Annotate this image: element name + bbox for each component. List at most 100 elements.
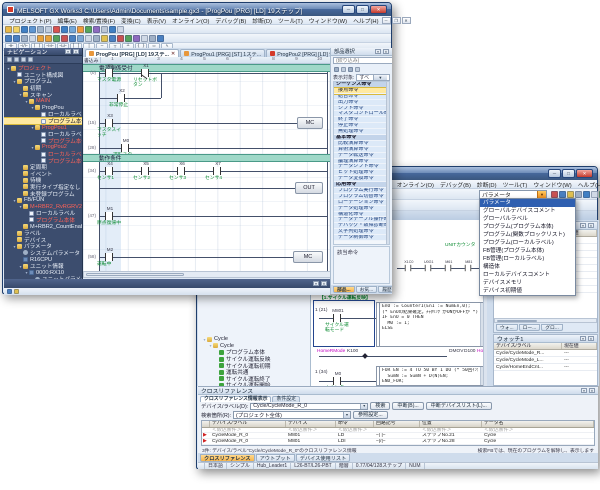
ladder-contact[interactable]: X2非常停止 [117, 94, 125, 102]
gx-works3-window[interactable]: MELSOFT GX Works3 C:\Users\Admin\Documen… [2, 2, 392, 294]
dropdown-item[interactable]: FB管理(プログラム本体) [480, 247, 575, 255]
close-button[interactable]: ✕ [576, 169, 593, 178]
toolbar-icon[interactable] [575, 191, 582, 198]
toolbar-icon[interactable] [45, 35, 52, 42]
toolbar-icon[interactable] [5, 35, 12, 42]
project-tree-item[interactable]: ▾ Cycle [200, 336, 308, 343]
toolbar-icon[interactable] [141, 35, 148, 42]
ladder-contact[interactable]: X6センサ3 [177, 167, 185, 175]
instruction-category[interactable]: データ制御命令 [334, 235, 389, 241]
menu-item[interactable]: プロジェクト(P) [6, 16, 55, 25]
menu-item[interactable]: ツール(T) [275, 16, 306, 25]
toolbar-icon[interactable] [21, 26, 28, 33]
close-button[interactable]: ✕ [370, 5, 387, 14]
dropdown-item[interactable]: プログラム(ローカルラベル) [480, 239, 575, 247]
menu-item[interactable]: ウィンドウ(W) [530, 180, 574, 189]
inline-st-box-2[interactable]: FOR EN := 4 TO 50 BY 1 DO (* 50回ｲﾝｸﾘﾒﾝﾄ … [376, 366, 484, 386]
dropdown-item[interactable]: プログラム(関数ブロックリスト) [480, 231, 575, 239]
menu-item[interactable]: オンライン(O) [169, 16, 212, 25]
column-header[interactable]: データ名 [482, 421, 594, 427]
dropdown-item[interactable]: 構造体 [480, 263, 575, 271]
toolbar-icon[interactable] [29, 35, 36, 42]
browse-settings-button[interactable]: 参照設定... [353, 411, 388, 419]
display-target-combobox[interactable]: すべて▼ [356, 74, 390, 81]
ladder-editor-1[interactable]: 書込み 12 34 56 78 910 電源関係受付 (0) (15) (28)… [83, 57, 331, 271]
document-tab[interactable]: ProgPou1 [PRG] [ST] 1ステ... [180, 49, 265, 57]
close-icon[interactable]: ✕ [73, 49, 79, 54]
project-tree-item[interactable]: サイクル運転初期 [200, 362, 308, 369]
toolbar-icon[interactable] [69, 35, 76, 42]
toolbar-icon[interactable] [85, 26, 92, 33]
menu-item[interactable]: 変換(C) [118, 16, 144, 25]
project-tree-item[interactable]: ▾ MAIN [4, 98, 82, 105]
toolbar-icon[interactable] [28, 57, 33, 62]
chevron-down-icon[interactable]: ▼ [343, 412, 350, 418]
menu-item[interactable]: デバッグ(B) [212, 16, 249, 25]
dropdown-item[interactable]: グローバルラベル [480, 215, 575, 223]
pin-icon[interactable]: ▾ [581, 388, 587, 393]
toolbar-icon[interactable] [13, 26, 20, 33]
watch-row[interactable]: Cycle/CycleMode_L...--- [494, 357, 597, 364]
toolbar-icon[interactable] [14, 57, 19, 62]
toolbar-icon[interactable] [53, 35, 60, 42]
mc-coil-box[interactable]: MC [293, 251, 323, 263]
toolbar-icon[interactable] [69, 26, 76, 33]
toolbar-icon[interactable] [77, 26, 84, 33]
project-tree-item[interactable]: 未登録プログラム [4, 190, 82, 197]
toolbar-icon[interactable] [583, 191, 590, 198]
toolbar-icon[interactable] [77, 35, 84, 42]
project-tree-item[interactable]: ▾ プログラム [4, 78, 82, 85]
element-select-tab[interactable]: 履歴 [378, 286, 392, 293]
toolbar-icon[interactable] [85, 35, 92, 42]
menu-item[interactable]: デバッグ(B) [437, 180, 474, 189]
ladder-contact[interactable]: M0運転スタート [121, 144, 129, 152]
search-location-combobox[interactable]: (プロジェクト全体)▼ [233, 411, 351, 419]
cross-reference-tab[interactable]: 条件設定 [272, 396, 300, 403]
toolbar-icon[interactable] [567, 191, 574, 198]
dropdown-item[interactable]: パラメータ [480, 199, 575, 207]
ladder-contact[interactable]: X0マスタ電源 [105, 69, 113, 77]
close-icon[interactable]: ✕ [321, 281, 327, 286]
ladder-contact[interactable]: X4センサ1 [105, 167, 113, 175]
status-icon[interactable] [7, 289, 12, 294]
docked-window-tab[interactable]: デバイス使用リスト [296, 454, 351, 462]
toolbar-icon[interactable] [125, 35, 132, 42]
ladder-contact[interactable]: M81 [465, 265, 471, 271]
toolbar-icon[interactable] [559, 191, 566, 198]
column-header[interactable]: 位置 [420, 421, 482, 427]
abort-button[interactable]: 中断(B)... [392, 402, 423, 410]
status-icon[interactable] [14, 289, 19, 294]
toolbar-icon[interactable] [45, 26, 52, 33]
search-button[interactable]: 検索 [370, 402, 390, 410]
dropdown-item[interactable]: FB管理(ローカルラベル) [480, 255, 575, 263]
cross-reference-tab[interactable]: クロスリファレンス情報表示 [200, 396, 271, 403]
docked-window-tab[interactable]: クロスリファレンス [200, 454, 255, 462]
toolbar-icon[interactable] [29, 26, 36, 33]
pin-icon[interactable]: ▾ [313, 281, 319, 286]
toolbar-icon[interactable] [13, 35, 20, 42]
out-coil-box[interactable]: OUT [295, 182, 323, 194]
toolbar-icon[interactable] [149, 35, 156, 42]
project-tree-item[interactable]: プログラム本体 [4, 217, 82, 224]
menu-item[interactable]: ヘルプ(H) [575, 180, 600, 189]
toolbar-icon[interactable] [21, 35, 28, 42]
toolbar-icon[interactable] [37, 35, 44, 42]
toolbar-icon[interactable] [101, 26, 108, 33]
menu-item[interactable]: 診断(D) [474, 180, 500, 189]
mc-coil-box[interactable]: MC [297, 117, 323, 129]
toolbar-icon[interactable] [61, 26, 68, 33]
document-tab[interactable]: ProgPou [PRG] [LD] 19ステ... ✕ [85, 49, 179, 57]
menu-item[interactable]: オンライン(O) [394, 180, 437, 189]
pin-icon[interactable]: ▾ [580, 223, 586, 228]
close-icon[interactable]: ✕ [383, 49, 389, 54]
menu-item[interactable]: ヘルプ(H) [350, 16, 381, 25]
minimize-button[interactable]: ─ [548, 169, 561, 178]
editor-hscrollbar[interactable] [83, 271, 331, 278]
toolbar-icon[interactable] [109, 26, 116, 33]
abort-device-list-button[interactable]: 中断デバイスリスト(L)... [426, 402, 492, 410]
ladder-contact[interactable]: M61 [445, 265, 451, 271]
menu-item[interactable]: ツール(T) [500, 180, 531, 189]
dropdown-item[interactable]: プログラム(プログラム本体) [480, 223, 575, 231]
column-header[interactable]: デバイス/ラベル [494, 343, 562, 349]
project-tree-item[interactable]: M+RBR2_CountEnab [4, 223, 82, 230]
